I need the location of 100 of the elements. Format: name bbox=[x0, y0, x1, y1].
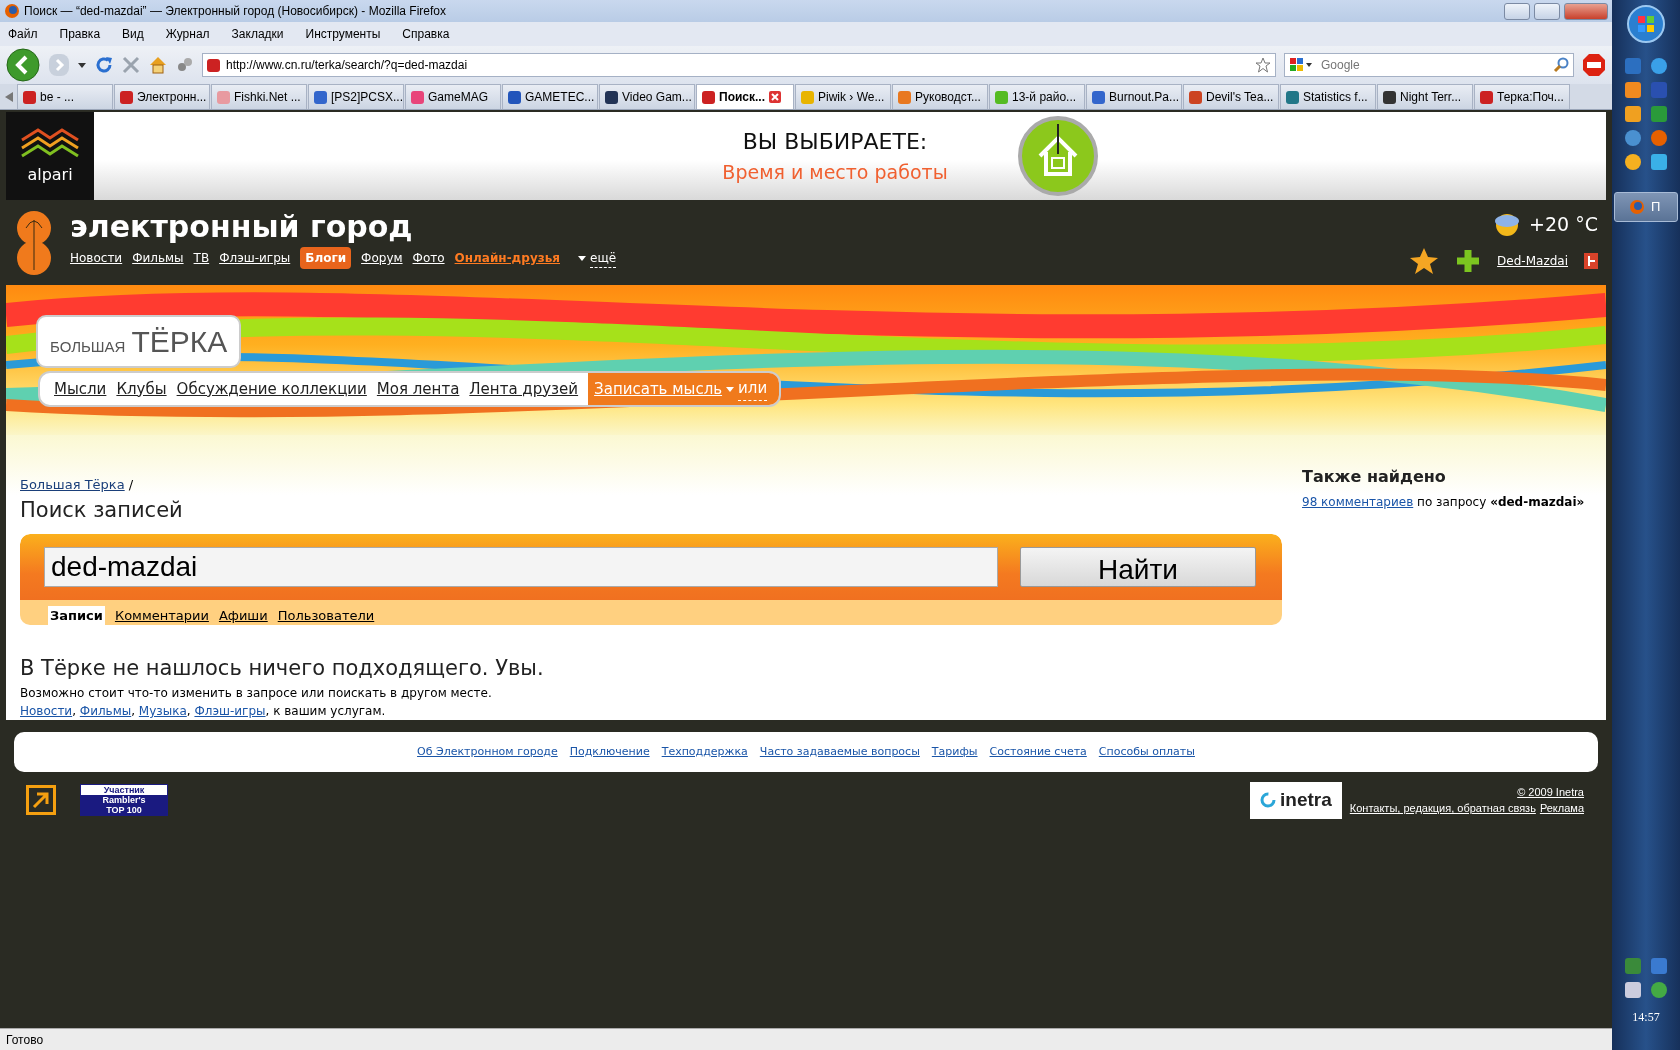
taskbar-button[interactable]: П bbox=[1614, 192, 1678, 222]
terka-nav-link[interactable]: Клубы bbox=[116, 377, 167, 401]
terka-nav-link[interactable]: Мысли bbox=[54, 377, 107, 401]
tab[interactable]: Терка:Поч... bbox=[1474, 84, 1570, 109]
copyright-link[interactable]: © 2009 Inetra bbox=[1517, 783, 1584, 801]
temperature: +20 °C bbox=[1529, 212, 1598, 237]
menu-item[interactable]: Закладки bbox=[231, 25, 284, 43]
tab[interactable]: Piwik › We... bbox=[795, 84, 891, 109]
username-link[interactable]: Ded-Mazdai bbox=[1497, 251, 1568, 270]
terka-nav-link[interactable]: Обсуждение коллекции bbox=[176, 377, 367, 401]
exit-icon[interactable] bbox=[1584, 252, 1598, 269]
rambler-counter[interactable]: Участник Rambler's TOP 100 bbox=[80, 784, 168, 817]
tab[interactable]: [PS2]PCSX... bbox=[308, 84, 404, 109]
terka-nav-link[interactable]: Моя лента bbox=[376, 377, 460, 401]
tab[interactable]: Поиск... bbox=[696, 84, 794, 109]
section-link[interactable]: Музыка bbox=[138, 704, 187, 718]
ad-banner[interactable]: alpari ВЫ ВЫБИРАЕТЕ: Время и место работы bbox=[6, 112, 1606, 200]
nav-link[interactable]: Онлайн-друзья bbox=[454, 249, 560, 267]
status-text: Готово bbox=[6, 1031, 44, 1049]
search-scope-tab[interactable]: Записи bbox=[48, 606, 105, 625]
ad-logo-text: alpari bbox=[27, 163, 73, 186]
tab[interactable]: Fishki.Net ... bbox=[211, 84, 307, 109]
inetra-logo[interactable]: inetra bbox=[1250, 782, 1342, 819]
nav-link[interactable]: ТВ bbox=[193, 249, 210, 267]
footer-link[interactable]: Техподдержка bbox=[661, 743, 748, 761]
weather-icon bbox=[1493, 211, 1522, 238]
menu-item[interactable]: Справка bbox=[402, 25, 450, 43]
tab[interactable]: 13-й райо... bbox=[989, 84, 1085, 109]
section-link[interactable]: Новости bbox=[20, 704, 73, 718]
star-icon[interactable] bbox=[1409, 246, 1440, 275]
no-results-text: Возможно стоит что-то изменить в запросе или поискать в другом месте. bbox=[20, 685, 493, 702]
nav-link[interactable]: Фото bbox=[412, 249, 445, 267]
nav-link[interactable]: Флэш-игры bbox=[219, 249, 291, 267]
menu-item[interactable]: Файл bbox=[8, 25, 38, 43]
nav-link[interactable]: Фильмы bbox=[132, 249, 184, 267]
caret-icon[interactable] bbox=[78, 62, 86, 68]
tab[interactable]: Video Gam... bbox=[599, 84, 695, 109]
tab[interactable]: Burnout.Pa... bbox=[1086, 84, 1182, 109]
menu-item[interactable]: Правка bbox=[59, 25, 101, 43]
minimize-button[interactable] bbox=[1504, 2, 1530, 20]
nav-link[interactable]: Форум bbox=[361, 249, 403, 267]
tab[interactable]: be - ... bbox=[17, 84, 113, 109]
google-icon[interactable] bbox=[1289, 57, 1313, 73]
clock[interactable]: 14:57 bbox=[1632, 1008, 1660, 1026]
more-link[interactable]: ещё bbox=[590, 248, 617, 268]
star-icon[interactable] bbox=[1255, 57, 1271, 73]
restore-button[interactable] bbox=[1534, 2, 1560, 20]
tab[interactable]: Электронн... bbox=[114, 84, 210, 109]
stop-icon[interactable] bbox=[122, 56, 140, 74]
breadcrumb-link[interactable]: Большая Тёрка bbox=[20, 475, 125, 495]
close-button[interactable] bbox=[1564, 2, 1608, 20]
start-button[interactable] bbox=[1626, 4, 1666, 44]
address-field[interactable]: http://www.cn.ru/terka/search/?q=ded-mazdai bbox=[202, 53, 1276, 77]
tab[interactable]: Devil's Tea... bbox=[1183, 84, 1279, 109]
terka-logo[interactable]: БОЛЬШАЯ ТЁРКА bbox=[36, 315, 242, 368]
footer-link[interactable]: Состояние счета bbox=[989, 743, 1087, 761]
scroll-left-icon[interactable] bbox=[5, 91, 13, 102]
home-icon[interactable] bbox=[148, 55, 168, 75]
menu-item[interactable]: Инструменты bbox=[305, 25, 381, 43]
tab[interactable]: GameMAG bbox=[405, 84, 501, 109]
tab[interactable]: GAMETEC... bbox=[502, 84, 598, 109]
tab[interactable]: Statistics f... bbox=[1280, 84, 1376, 109]
menu-item[interactable]: Вид bbox=[122, 25, 144, 43]
back-button[interactable] bbox=[6, 48, 40, 82]
footer-link[interactable]: Тарифы bbox=[931, 743, 978, 761]
web-search-box[interactable]: Google bbox=[1284, 53, 1574, 77]
breadcrumb-separator: / bbox=[128, 476, 134, 494]
site-title[interactable]: электронный город bbox=[70, 210, 617, 243]
close-icon[interactable] bbox=[769, 91, 781, 103]
footer-link[interactable]: Способы оплаты bbox=[1098, 743, 1195, 761]
find-button[interactable]: Найти bbox=[1020, 547, 1256, 587]
search-field[interactable]: ded-mazdai bbox=[44, 547, 998, 587]
terka-nav-link[interactable]: Лента друзей bbox=[469, 377, 579, 401]
search-scope-tab[interactable]: Комментарии bbox=[114, 606, 209, 625]
site-icon bbox=[207, 58, 220, 72]
ad-headline: ВЫ ВЫБИРАЕТЕ: bbox=[741, 128, 929, 157]
section-link[interactable]: Флэш-игры bbox=[194, 704, 266, 718]
footer-link[interactable]: Об Электронном городе bbox=[417, 743, 558, 761]
tab[interactable]: Night Terr... bbox=[1377, 84, 1473, 109]
caret-icon[interactable] bbox=[578, 255, 586, 261]
tab[interactable]: Руководст... bbox=[892, 84, 988, 109]
suggestion-text: Новости, Фильмы, Музыка, Флэш-игры, к вашим услугам. bbox=[20, 703, 387, 720]
also-found-title: Также найдено bbox=[1302, 466, 1447, 488]
advertising-link[interactable]: Реклама bbox=[1539, 800, 1584, 817]
footer-link[interactable]: Подключение bbox=[569, 743, 650, 761]
plus-icon[interactable] bbox=[1455, 247, 1482, 274]
query-text: по запросу «ded-mazdai» bbox=[1417, 495, 1585, 509]
adblock-icon[interactable] bbox=[1582, 53, 1606, 77]
circles-icon[interactable] bbox=[176, 56, 194, 74]
reload-icon[interactable] bbox=[94, 55, 114, 75]
nav-link[interactable]: Новости bbox=[70, 249, 123, 267]
contacts-link[interactable]: Контакты, редакция, обратная связь bbox=[1349, 800, 1536, 817]
clock-house-icon bbox=[1017, 116, 1098, 196]
footer-link[interactable]: Часто задаваемые вопросы bbox=[759, 743, 920, 761]
search-scope-tab[interactable]: Пользователи bbox=[277, 606, 375, 625]
search-scope-tab[interactable]: Афиши bbox=[218, 606, 268, 625]
search-icon[interactable] bbox=[1553, 57, 1569, 73]
no-results-title: В Тёрке не нашлось ничего подходящего. Увы. bbox=[20, 654, 545, 682]
menu-item[interactable]: Журнал bbox=[165, 25, 210, 43]
comments-link[interactable]: 98 комментариев bbox=[1302, 495, 1414, 509]
